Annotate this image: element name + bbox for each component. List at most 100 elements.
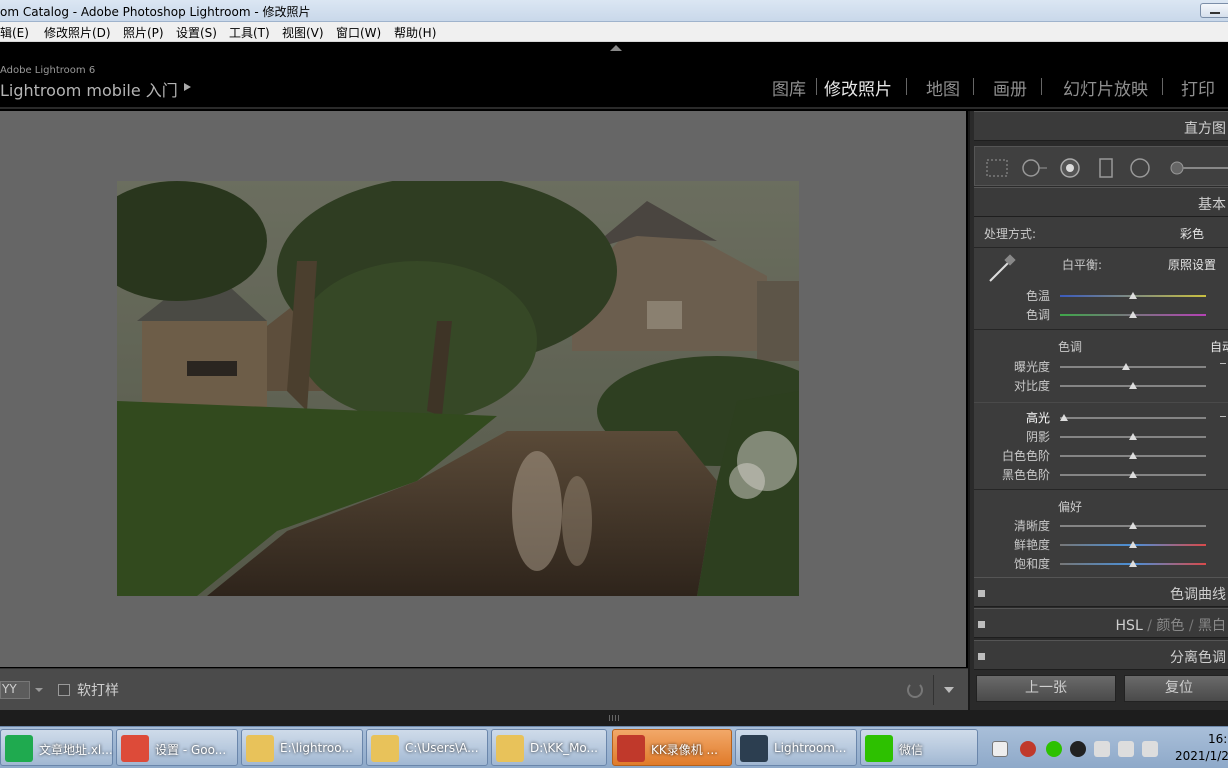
menu-develop[interactable]: 修改照片(D)	[44, 24, 111, 41]
slider-thumb[interactable]	[1129, 560, 1137, 567]
power-icon[interactable]	[1118, 741, 1134, 757]
tone-curve-title: 色调曲线	[1170, 587, 1226, 603]
module-slideshow[interactable]: 幻灯片放映	[1063, 75, 1148, 100]
hsl-tabs: HSL / 颜色 / 黑白	[1115, 618, 1226, 634]
lightroom-mobile-link[interactable]: Lightroom mobile 入门	[0, 77, 178, 101]
taskbar-item[interactable]: Lightroom...	[735, 729, 857, 766]
panel-toggle-icon[interactable]	[978, 621, 985, 628]
slider-thumb[interactable]	[1129, 433, 1137, 440]
slider-thumb[interactable]	[1129, 541, 1137, 548]
panel-toggle-icon[interactable]	[978, 590, 985, 597]
slider-track[interactable]	[1060, 366, 1206, 368]
slider-label: 鲜艳度	[1013, 538, 1050, 552]
taskbar-item[interactable]: 微信	[860, 729, 978, 766]
treatment-color-option[interactable]: 彩色	[1180, 225, 1204, 242]
taskbar-item[interactable]: C:\Users\A...	[366, 729, 488, 766]
taskbar-item[interactable]: 文章地址.xl...	[0, 729, 113, 766]
reset-button[interactable]: 复位	[1124, 675, 1228, 702]
menu-window[interactable]: 窗口(W)	[336, 24, 381, 41]
taskbar-item-label: KK录像机 ...	[651, 743, 718, 757]
slider-thumb[interactable]	[1129, 311, 1137, 318]
hsl-tab[interactable]: HSL	[1116, 618, 1143, 634]
module-separator	[973, 78, 974, 95]
collapse-top-panel-icon[interactable]	[610, 45, 622, 51]
view-mode-button[interactable]: YY	[0, 681, 30, 699]
view-mode-dropdown-icon[interactable]	[35, 688, 43, 692]
module-separator	[1162, 78, 1163, 95]
taskbar-item[interactable]: E:\lightroo...	[241, 729, 363, 766]
slider-thumb[interactable]	[1121, 363, 1130, 370]
crop-overlay-icon[interactable]	[985, 158, 1009, 178]
slider-thumb[interactable]	[1129, 522, 1137, 529]
slider-thumb[interactable]	[1129, 292, 1137, 299]
color-tab[interactable]: 颜色	[1156, 618, 1184, 634]
photo-preview[interactable]	[117, 181, 799, 596]
module-develop[interactable]: 修改照片	[824, 75, 892, 100]
kk-recorder-icon	[617, 735, 645, 762]
toolbar-content-dropdown-icon[interactable]	[944, 687, 954, 693]
network-icon[interactable]	[1094, 741, 1110, 757]
bw-tab[interactable]: 黑白	[1198, 618, 1226, 634]
menu-settings[interactable]: 设置(S)	[176, 24, 217, 41]
slider-thumb[interactable]	[1129, 471, 1137, 478]
tray-app-icon[interactable]	[1020, 741, 1036, 757]
menu-view[interactable]: 视图(V)	[282, 24, 324, 41]
previous-button[interactable]: 上一张	[976, 675, 1116, 702]
red-eye-icon[interactable]	[1059, 158, 1081, 180]
slider-track[interactable]	[1060, 417, 1206, 419]
spot-removal-icon[interactable]	[1021, 158, 1051, 178]
windows-taskbar: 文章地址.xl... 设置 - Goo... E:\lightroo... C:\Us…	[0, 726, 1228, 768]
softproof-label: 软打样	[77, 683, 119, 699]
histogram-header[interactable]: 直方图	[974, 111, 1228, 141]
tool-strip	[974, 146, 1228, 186]
menu-help[interactable]: 帮助(H)	[394, 24, 436, 41]
slider-thumb[interactable]	[1060, 414, 1069, 421]
clock-time[interactable]: 16:	[1208, 732, 1227, 746]
module-separator	[1041, 78, 1042, 95]
slider-label: 色调	[1025, 308, 1050, 322]
menu-tools[interactable]: 工具(T)	[229, 24, 270, 41]
image-canvas[interactable]	[0, 111, 966, 667]
slider-thumb[interactable]	[1129, 382, 1137, 389]
volume-icon[interactable]	[1142, 741, 1158, 757]
module-print[interactable]: 打印	[1181, 75, 1215, 100]
clock-date[interactable]: 2021/1/2	[1175, 749, 1228, 763]
module-map[interactable]: 地图	[926, 75, 960, 100]
softproof-checkbox[interactable]	[58, 684, 70, 696]
taskbar-item-label: 文章地址.xl...	[39, 743, 113, 757]
filmstrip-grip-icon[interactable]	[609, 715, 621, 721]
panel-divider	[974, 402, 1228, 403]
menu-edit[interactable]: 辑(E)	[0, 24, 29, 41]
hsl-header[interactable]: HSL / 颜色 / 黑白	[974, 608, 1228, 638]
split-toning-header[interactable]: 分离色调	[974, 640, 1228, 670]
wechat-tray-icon[interactable]	[1046, 741, 1062, 757]
play-arrow-icon[interactable]	[184, 83, 191, 91]
taskbar-item[interactable]: 设置 - Goo...	[116, 729, 238, 766]
keyboard-icon[interactable]	[992, 741, 1008, 757]
slider-thumb[interactable]	[1129, 452, 1137, 459]
taskbar-item[interactable]: D:\KK_Mo...	[491, 729, 607, 766]
taskbar-item-label: D:\KK_Mo...	[530, 741, 598, 755]
taskbar-item[interactable]: KK录像机 ...	[612, 729, 732, 766]
menu-photo[interactable]: 照片(P)	[123, 24, 164, 41]
panel-toggle-icon[interactable]	[978, 653, 985, 660]
identity-bar: Adobe Lightroom 6 Lightroom mobile 入门 图库…	[0, 42, 1228, 109]
value-dash	[1220, 363, 1226, 364]
graduated-filter-icon[interactable]	[1097, 158, 1115, 180]
eyedropper-icon[interactable]	[986, 253, 1018, 285]
basic-header[interactable]: 基本	[974, 187, 1228, 217]
split-toning-title: 分离色调	[1170, 650, 1226, 666]
wps-icon	[5, 735, 33, 762]
white-balance-label: 白平衡:	[1062, 258, 1103, 272]
white-balance-dropdown[interactable]: 原照设置	[1168, 256, 1216, 273]
adjustment-brush-icon[interactable]	[1169, 158, 1228, 178]
treatment-label: 处理方式:	[984, 227, 1037, 241]
tone-curve-header[interactable]: 色调曲线	[974, 577, 1228, 607]
auto-tone-button[interactable]: 自动	[1210, 338, 1228, 355]
qq-icon[interactable]	[1070, 741, 1086, 757]
radial-filter-icon[interactable]	[1129, 158, 1151, 180]
minimize-button[interactable]	[1200, 3, 1228, 18]
module-book[interactable]: 画册	[993, 75, 1027, 100]
panel-divider	[974, 247, 1228, 248]
module-library[interactable]: 图库	[772, 75, 806, 100]
